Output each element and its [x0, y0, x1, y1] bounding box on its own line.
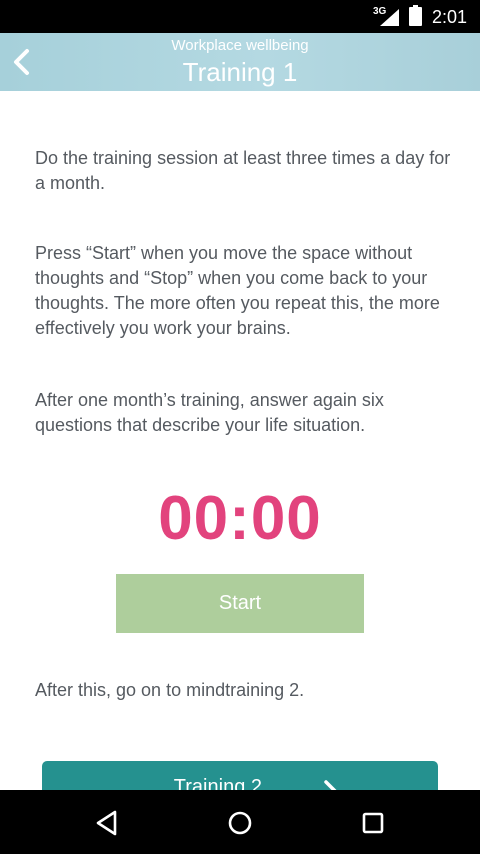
nav-back-button[interactable]: [90, 806, 124, 840]
main-content: Do the training session at least three t…: [0, 91, 480, 790]
home-circle-icon: [228, 811, 252, 835]
timer-display: 00:00: [158, 484, 322, 553]
recents-square-icon: [362, 812, 384, 834]
instruction-paragraph-1: Do the training session at least three t…: [35, 148, 451, 193]
training-2-label: Training 2: [173, 776, 262, 790]
signal-icon: [380, 9, 399, 26]
chevron-right-icon: [324, 780, 337, 790]
battery-charging-icon: [409, 5, 422, 26]
instruction-paragraph-2: Press “Start” when you move the space wi…: [35, 243, 440, 338]
system-nav-bar: [0, 790, 480, 854]
instruction-paragraph-3: After one month’s training, answer again…: [35, 390, 384, 435]
status-bar: 3G 2:01: [0, 0, 480, 33]
app-header: Workplace wellbeing Training 1: [0, 33, 480, 91]
after-text: After this, go on to mindtraining 2.: [35, 680, 305, 700]
nav-recents-button[interactable]: [356, 806, 390, 840]
back-triangle-icon: [96, 810, 117, 836]
nav-home-button[interactable]: [223, 806, 257, 840]
status-time: 2:01: [432, 7, 468, 27]
header-subtitle: Workplace wellbeing: [171, 37, 309, 54]
start-button[interactable]: Start: [116, 574, 364, 633]
page-title: Training 1: [182, 57, 298, 87]
training-2-button[interactable]: Training 2: [42, 761, 438, 790]
